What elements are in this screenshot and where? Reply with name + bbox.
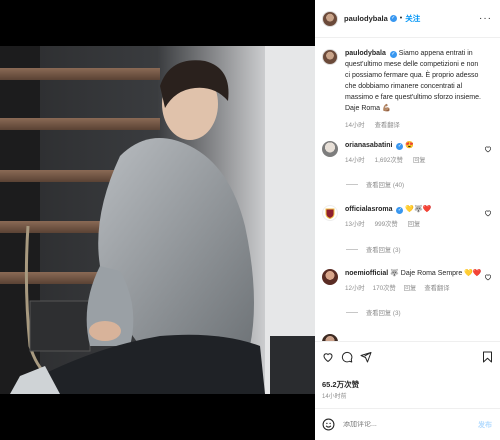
comment-time[interactable]: 13小时 — [345, 219, 365, 230]
instagram-post-modal: paulodybala ✓ • 关注 ··· paulodybala ✓ Sia… — [0, 0, 500, 440]
comment-item: officialasroma ✓ 💛🐺❤️ 13小时 999次赞 回复 — [322, 204, 494, 230]
view-replies-label[interactable]: 查看回复 (40) — [366, 180, 404, 189]
caption-avatar[interactable] — [322, 49, 338, 65]
verified-badge-icon: ✓ — [396, 207, 404, 214]
comment-time[interactable]: 12小时 — [345, 283, 365, 294]
roma-crest-icon — [325, 208, 335, 219]
comment-text: 😍 — [405, 142, 415, 149]
comment-input[interactable] — [343, 421, 463, 428]
view-replies-button[interactable]: 查看回复 (40) — [346, 180, 404, 189]
caption-translate-link[interactable]: 查看翻译 — [375, 120, 400, 131]
post-details-panel: paulodybala ✓ • 关注 ··· paulodybala ✓ Sia… — [315, 0, 500, 440]
post-photo[interactable] — [0, 46, 315, 394]
comment-likes[interactable]: 999次赞 — [375, 219, 398, 230]
post-comment-button[interactable]: 发布 — [478, 420, 492, 430]
commenter-username[interactable]: officialasroma — [345, 206, 392, 213]
comment-translate-link[interactable]: 查看翻译 — [424, 283, 449, 294]
commenter-avatar[interactable] — [322, 334, 338, 341]
replies-line — [346, 312, 358, 313]
add-comment-bar: 发布 — [315, 408, 500, 440]
comment-text: 🐺 Daje Roma Sempre 💛❤️ — [390, 270, 482, 277]
replies-line — [346, 184, 358, 185]
view-replies-label[interactable]: 查看回复 (3) — [366, 245, 401, 254]
author-username[interactable]: paulodybala — [344, 14, 388, 23]
comment-item: orianasabatini ✓ 😍 14小时 1,692次赞 回复 — [322, 140, 494, 166]
comment-likes[interactable]: 170次赞 — [373, 283, 396, 294]
comment-icon[interactable] — [341, 351, 353, 363]
verified-badge-icon: ✓ — [396, 143, 404, 150]
reply-button[interactable]: 回复 — [408, 219, 421, 230]
heart-icon[interactable] — [322, 351, 334, 363]
caption-time[interactable]: 14小时 — [345, 120, 365, 131]
replies-line — [346, 249, 358, 250]
author-avatar[interactable] — [322, 10, 338, 27]
commenter-avatar[interactable] — [322, 269, 338, 285]
post-timestamp[interactable]: 14小时前 — [322, 391, 347, 400]
post-image — [0, 46, 315, 394]
commenter-username[interactable]: noemiofficial — [345, 270, 388, 277]
heart-icon[interactable] — [484, 209, 492, 217]
comment-item: noemiofficial 🐺 Daje Roma Sempre 💛❤️ 12小… — [322, 268, 494, 294]
commenter-username[interactable]: orianasabatini — [345, 142, 392, 149]
commenter-avatar[interactable] — [322, 141, 338, 157]
more-options-icon[interactable]: ··· — [479, 13, 492, 24]
comment-text: 💛🐺❤️ — [405, 206, 432, 213]
verified-badge-icon: ✓ — [389, 51, 397, 58]
reply-button[interactable]: 回复 — [413, 155, 426, 166]
emoji-icon[interactable] — [322, 418, 335, 431]
heart-icon[interactable] — [484, 273, 492, 281]
comment-likes[interactable]: 1,692次赞 — [375, 155, 403, 166]
caption-username[interactable]: paulodybala — [345, 50, 386, 57]
caption-body: paulodybala ✓ Siamo appena entrati in qu… — [345, 48, 485, 131]
caption-text: Siamo appena entrati in quest'ultimo mes… — [345, 50, 481, 112]
view-replies-label[interactable]: 查看回复 (3) — [366, 308, 401, 317]
comment-item-partial — [322, 333, 494, 341]
share-icon[interactable] — [360, 351, 372, 363]
separator-dot: • — [399, 15, 403, 22]
save-icon[interactable] — [482, 351, 493, 363]
comment-time[interactable]: 14小时 — [345, 155, 365, 166]
heart-icon[interactable] — [484, 145, 492, 153]
post-actions-bar — [315, 341, 500, 379]
comments-list[interactable]: paulodybala ✓ Siamo appena entrati in qu… — [315, 39, 500, 341]
verified-badge-icon: ✓ — [389, 15, 397, 22]
follow-button[interactable]: 关注 — [405, 13, 420, 24]
likes-count[interactable]: 65.2万次赞 — [322, 379, 359, 390]
commenter-avatar[interactable] — [322, 205, 338, 221]
reply-button[interactable]: 回复 — [404, 283, 417, 294]
view-replies-button[interactable]: 查看回复 (3) — [346, 308, 401, 317]
view-replies-button[interactable]: 查看回复 (3) — [346, 245, 401, 254]
post-header: paulodybala ✓ • 关注 ··· — [315, 0, 500, 38]
caption: paulodybala ✓ Siamo appena entrati in qu… — [322, 48, 494, 131]
